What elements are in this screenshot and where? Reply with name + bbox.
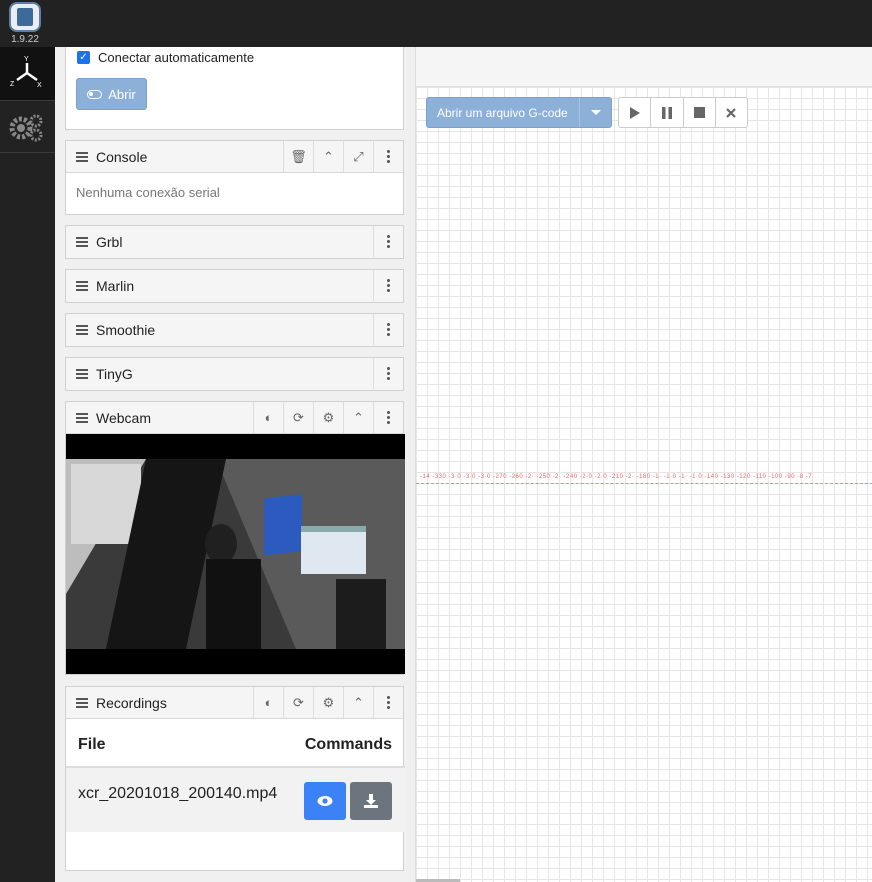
more-menu-icon[interactable] (373, 141, 403, 172)
open-gcode-dropdown[interactable] (579, 98, 611, 127)
drag-handle-icon[interactable] (76, 698, 88, 708)
drag-handle-icon[interactable] (76, 281, 88, 291)
console-message: Nenhuma conexão serial (76, 185, 220, 200)
pause-button[interactable] (651, 98, 684, 127)
open-connection-button[interactable]: Abrir (76, 78, 147, 110)
nav-settings[interactable] (0, 101, 55, 153)
toggle-icon (87, 89, 103, 99)
webcam-widget: Webcam ◐ ⟳ ⚙ ⌃ (65, 401, 405, 675)
refresh-icon[interactable]: ⟳ (283, 687, 313, 718)
axis-z-label: Z (10, 81, 15, 88)
marlin-title: Marlin (96, 278, 135, 294)
app-version: 1.9.22 (11, 34, 39, 45)
visualizer: -14 -330 -3·0 -3·0 -3·0 -270 -260 -2· -2… (415, 47, 872, 882)
logo-mark (17, 8, 33, 26)
grbl-widget: Grbl (65, 225, 404, 259)
nav-axes-workspace[interactable]: Y Z X (0, 47, 55, 101)
marlin-widget: Marlin (65, 269, 404, 303)
auto-connect-row[interactable]: ✓ Conectar automaticamente (77, 50, 254, 65)
close-icon (726, 107, 737, 118)
more-menu-icon[interactable] (373, 402, 403, 433)
chevron-up-icon[interactable]: ⌃ (343, 687, 373, 718)
app-logo[interactable] (9, 2, 41, 32)
stop-icon (693, 107, 705, 118)
drag-handle-icon[interactable] (76, 413, 88, 423)
webcam-title: Webcam (96, 410, 151, 426)
side-nav: Y Z X (0, 47, 55, 882)
toggle-icon[interactable]: ◐ (253, 402, 283, 433)
auto-connect-label: Conectar automaticamente (98, 50, 255, 65)
console-header: Console 🗑 ⌃ ⤢ (66, 141, 403, 173)
caret-down-icon (590, 110, 601, 115)
expand-icon[interactable]: ⤢ (343, 141, 373, 172)
open-button-label: Abrir (108, 86, 136, 102)
toggle-icon[interactable]: ◐ (253, 687, 283, 718)
recordings-header: Recordings ◐ ⟳ ⚙ ⌃ (66, 687, 403, 719)
more-menu-icon[interactable] (373, 314, 403, 345)
grbl-header[interactable]: Grbl (66, 226, 403, 258)
recordings-table-header: File Commands (66, 719, 405, 768)
open-gcode-label: Abrir um arquivo G-code (437, 106, 568, 120)
marlin-header[interactable]: Marlin (66, 270, 403, 302)
x-axis-line (416, 483, 872, 484)
top-bar: 1.9.22 (0, 0, 872, 47)
gear-icon[interactable]: ⚙ (313, 687, 343, 718)
play-button[interactable] (619, 98, 652, 127)
visualizer-grid[interactable] (416, 87, 872, 882)
drag-handle-icon[interactable] (76, 369, 88, 379)
recordings-title: Recordings (96, 695, 167, 711)
tinyg-title: TinyG (96, 366, 133, 382)
workflow-controls (618, 97, 748, 128)
refresh-icon[interactable]: ⟳ (283, 402, 313, 433)
visualizer-toolbar (416, 47, 872, 87)
gears-icon (9, 114, 43, 142)
widget-column: ✓ Conectar automaticamente Abrir Console… (55, 47, 415, 882)
auto-connect-checkbox[interactable]: ✓ (77, 51, 90, 64)
tinyg-widget: TinyG (65, 357, 404, 391)
open-gcode-button[interactable]: Abrir um arquivo G-code (426, 97, 612, 128)
chevron-up-icon[interactable]: ⌃ (343, 402, 373, 433)
connection-widget: ✓ Conectar automaticamente Abrir (65, 47, 404, 130)
close-button[interactable] (716, 98, 747, 127)
play-icon (629, 106, 640, 119)
col-file: File (78, 736, 106, 753)
recordings-widget: Recordings ◐ ⟳ ⚙ ⌃ File Commands xcr_202… (65, 686, 405, 871)
recording-filename: xcr_20201018_200140.mp4 (78, 785, 278, 802)
view-recording-button[interactable] (304, 782, 346, 820)
more-menu-icon[interactable] (373, 270, 403, 301)
more-menu-icon[interactable] (373, 358, 403, 389)
chevron-up-icon[interactable]: ⌃ (313, 141, 343, 172)
console-title: Console (96, 149, 148, 165)
row-commands (304, 782, 392, 820)
webcam-image (66, 434, 405, 674)
pause-icon (661, 106, 672, 119)
axis-y-label: Y (24, 56, 29, 63)
col-commands: Commands (304, 736, 392, 753)
axis-x-label: X (37, 82, 42, 89)
table-row: xcr_20201018_200140.mp4 (66, 768, 405, 832)
stop-button[interactable] (684, 98, 716, 127)
webcam-feed (66, 434, 405, 674)
smoothie-widget: Smoothie (65, 313, 404, 347)
drag-handle-icon[interactable] (76, 237, 88, 247)
download-icon (364, 794, 378, 808)
trash-icon[interactable]: 🗑 (283, 141, 313, 172)
drag-handle-icon[interactable] (76, 152, 88, 162)
more-menu-icon[interactable] (373, 687, 403, 718)
smoothie-title: Smoothie (96, 322, 156, 338)
download-recording-button[interactable] (350, 782, 392, 820)
eye-icon (317, 796, 333, 806)
grbl-title: Grbl (96, 234, 123, 250)
recordings-table: File Commands xcr_20201018_200140.mp4 (66, 719, 405, 832)
console-widget: Console 🗑 ⌃ ⤢ Nenhuma conexão serial (65, 140, 404, 215)
drag-handle-icon[interactable] (76, 325, 88, 335)
axes-icon: Y Z X (10, 56, 42, 89)
more-menu-icon[interactable] (373, 226, 403, 257)
webcam-header: Webcam ◐ ⟳ ⚙ ⌃ (66, 402, 403, 434)
tinyg-header[interactable]: TinyG (66, 358, 403, 390)
smoothie-header[interactable]: Smoothie (66, 314, 403, 346)
x-axis-ticks: -14 -330 -3·0 -3·0 -3·0 -270 -260 -2· -2… (420, 474, 813, 480)
gear-icon[interactable]: ⚙ (313, 402, 343, 433)
